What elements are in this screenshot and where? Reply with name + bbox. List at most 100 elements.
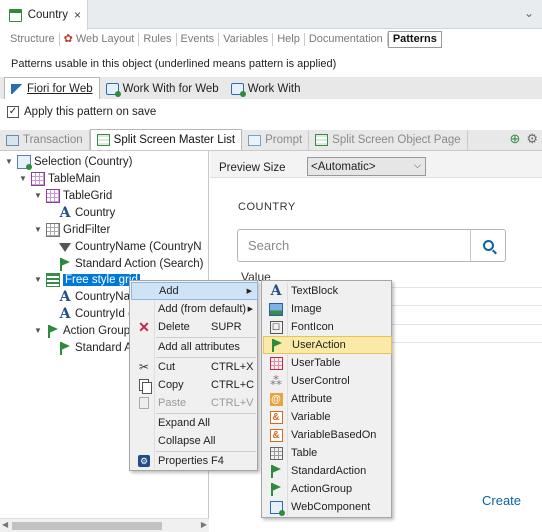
usercontrol-icon: ⁂ [270,374,282,388]
attribute-icon: @ [269,392,283,406]
preview-divider [392,287,542,288]
menu-item-copy[interactable]: Copy CTRL+C [131,376,258,394]
apply-pattern-row[interactable]: ✓ Apply this pattern on save [7,106,156,118]
flag-icon [46,324,60,338]
menu-item-properties[interactable]: ⚙ Properties F4 [131,452,258,470]
search-placeholder: Search [248,238,290,253]
menu-item-cut[interactable]: ✂ Cut CTRL+X [131,358,258,376]
search-input[interactable]: Search [237,229,506,262]
tree-node-country[interactable]: A Country [58,204,116,221]
submenu-item-variable[interactable]: & Variable [263,408,392,426]
submenu-item-useraction[interactable]: UserAction [263,336,392,354]
document-tab[interactable]: Country × [0,0,88,30]
menu-item-delete[interactable]: ✕ Delete SUPR [131,318,258,336]
expand-icon[interactable]: ▼ [33,225,43,234]
tree-horizontal-scrollbar[interactable]: ◀ ▶ [0,518,209,532]
web-layout-icon: ✿ [63,32,73,45]
scroll-left-icon[interactable]: ◀ [2,520,8,529]
expand-icon[interactable]: ▼ [18,174,28,183]
copy-icon [137,378,152,394]
search-button[interactable] [470,230,505,261]
submenu-item-actiongroup[interactable]: ActionGroup [263,480,392,498]
tab-events[interactable]: Events [177,32,220,46]
tab-web-layout[interactable]: ✿ Web Layout [60,32,140,46]
submenu-item-image[interactable]: Image [263,300,392,318]
add-instance-icon[interactable]: ⊕ [509,131,520,147]
tab-prompt[interactable]: Prompt [242,130,310,150]
expand-icon[interactable]: ▼ [33,326,43,335]
tree-node-standard-action[interactable]: Standard A [58,339,132,356]
menu-item-add-all-attributes[interactable]: Add all attributes [131,338,258,356]
scrollbar-thumb[interactable] [12,522,162,530]
delete-shortcut: SUPR [211,321,242,333]
settings-icon[interactable]: ⚙ [526,131,538,147]
expand-icon[interactable]: ▼ [33,275,43,284]
grid-icon [46,222,60,237]
scroll-right-icon[interactable]: ▶ [201,520,207,529]
filter-icon [58,240,72,254]
submenu-item-usercontrol[interactable]: ⁂ UserControl [263,372,392,390]
chevron-down-icon[interactable]: ⌄ [524,6,534,20]
tab-fiori-for-web[interactable]: Fiori for Web [4,77,100,99]
apply-pattern-checkbox[interactable]: ✓ [7,106,19,118]
expand-icon[interactable]: ▼ [4,157,14,166]
part-tabs: Structure ✿ Web Layout Rules Events Varia… [6,30,442,48]
submenu-item-standardaction[interactable]: StandardAction [263,462,392,480]
menu-item-paste[interactable]: Paste CTRL+V [131,394,258,412]
tree-node-standard-action-search[interactable]: Standard Action (Search) [58,255,204,272]
preview-divider [392,324,542,325]
menu-item-add[interactable]: Add ▶ [131,282,258,300]
tree-node-countryname[interactable]: A CountryNar [58,288,134,305]
tab-split-screen-object-page[interactable]: Split Screen Object Page [309,130,468,150]
tab-structure[interactable]: Structure [6,32,60,46]
selection-icon [17,154,32,170]
chevron-down-icon: ⌵ [414,160,421,170]
menu-item-collapse-all[interactable]: Collapse All [131,432,258,450]
properties-shortcut: F4 [211,455,224,467]
tab-help[interactable]: Help [273,32,305,46]
tree-node-tablemain[interactable]: ▼ TableMain [18,170,100,187]
tab-split-screen-master-list[interactable]: Split Screen Master List [89,129,243,150]
submenu-item-table[interactable]: Table [263,444,392,462]
menu-item-add-from-default[interactable]: Add (from default) ▶ [131,300,258,318]
create-link[interactable]: Create [482,493,521,508]
properties-icon: ⚙ [138,455,150,467]
transaction-window-icon [9,8,22,22]
tab-work-with[interactable]: Work With [224,79,307,99]
tree-node-tablegrid[interactable]: ▼ TableGrid [33,187,112,204]
paste-shortcut: CTRL+V [211,397,254,409]
freestyle-grid-icon [46,272,60,287]
menu-item-expand-all[interactable]: Expand All [131,414,258,432]
expand-icon[interactable]: ▼ [33,191,43,200]
tree-node-selection[interactable]: ▼ Selection (Country) [4,153,132,170]
submenu-item-variablebasedon[interactable]: & VariableBasedOn [263,426,392,444]
transaction-icon [6,134,19,146]
tree-node-action-group[interactable]: ▼ Action Group [33,322,130,339]
preview-heading: COUNTRY [238,201,296,213]
tab-patterns[interactable]: Patterns [387,30,442,48]
tab-documentation[interactable]: Documentation [305,32,388,46]
tab-work-with-for-web[interactable]: Work With for Web [99,79,225,99]
tree-node-free-style-grid[interactable]: ▼ Free style grid [33,271,140,288]
prompt-icon [248,134,262,146]
submenu-item-fonticon[interactable]: ☐ FontIcon [263,318,392,336]
patterns-info-text: Patterns usable in this object (underlin… [11,58,337,70]
tree-node-countryname-filter[interactable]: CountryName (CountryN [58,238,202,255]
tab-rules[interactable]: Rules [139,32,177,46]
preview-size-select[interactable]: <Automatic> ⌵ [307,157,426,176]
tab-variables[interactable]: Variables [219,32,274,46]
tab-transaction[interactable]: Transaction [0,130,90,150]
close-icon[interactable]: × [74,8,81,22]
submenu-item-webcomponent[interactable]: WebComponent [263,498,392,516]
submenu-item-usertable[interactable]: UserTable [263,354,392,372]
submenu-arrow-icon: ▶ [247,306,253,313]
work-with-icon [230,83,246,97]
fiori-icon [11,83,23,94]
tree-node-gridfilter[interactable]: ▼ GridFilter [33,221,110,238]
apply-pattern-label: Apply this pattern on save [24,106,157,118]
submenu-item-attribute[interactable]: @ Attribute [263,390,392,408]
submenu-item-textblock[interactable]: A TextBlock [263,282,392,300]
tree-node-countryid[interactable]: A CountryId ( [58,305,132,322]
usertable-icon [269,356,283,370]
table-icon [31,171,45,186]
